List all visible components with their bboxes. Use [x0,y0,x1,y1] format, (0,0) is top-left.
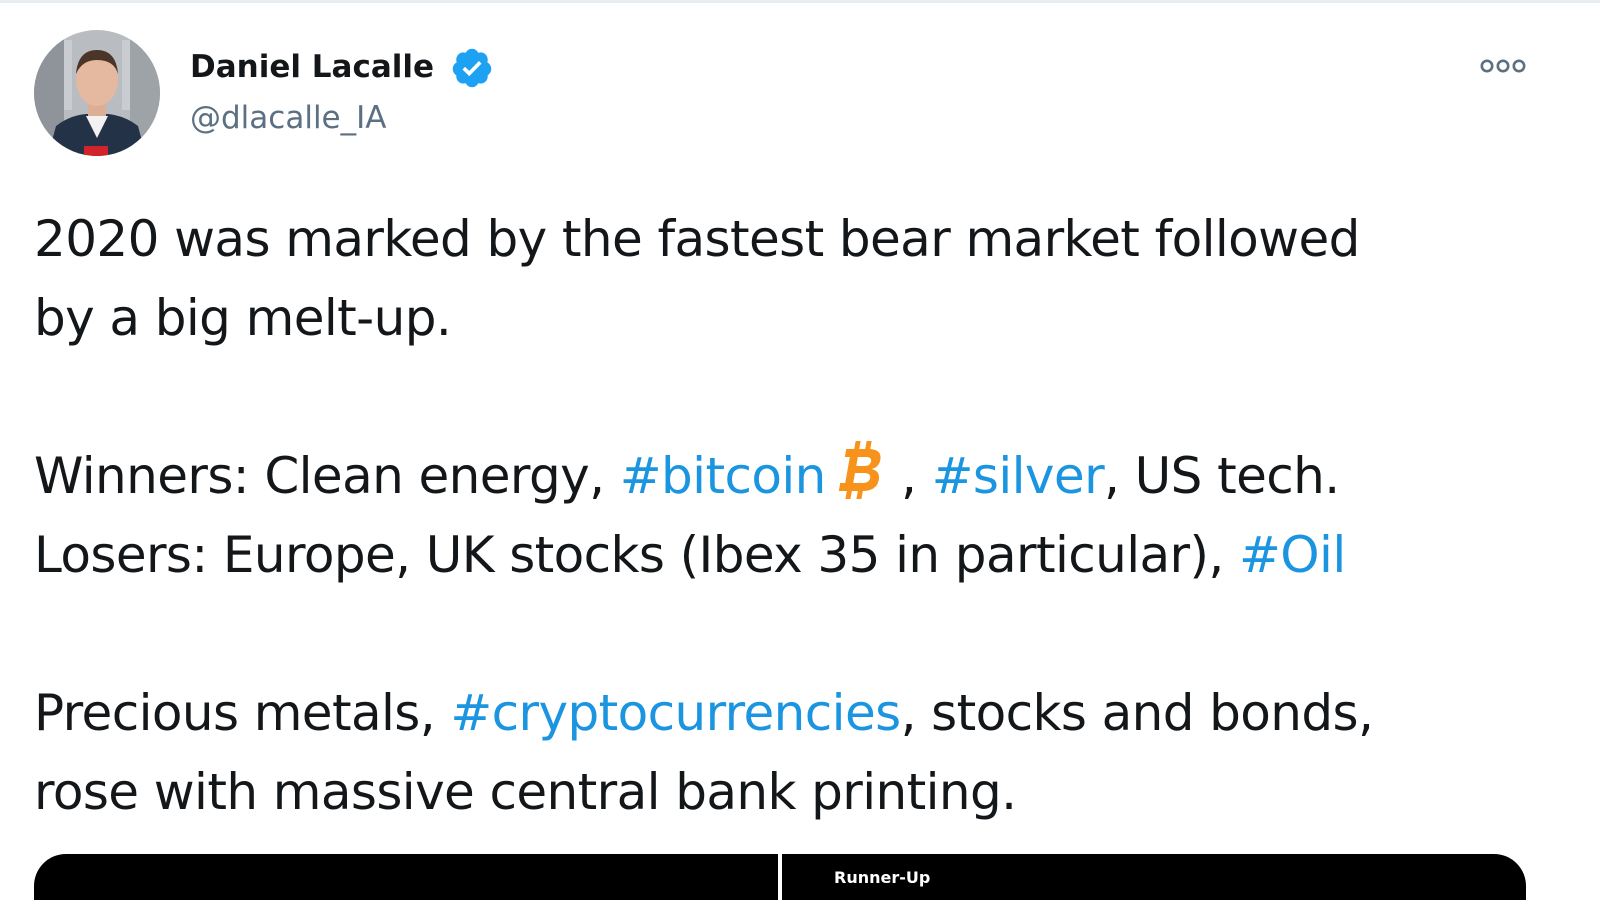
hashtag-silver[interactable]: #silver [932,447,1105,505]
hashtag-oil[interactable]: #Oil [1239,526,1346,584]
hashtag-cryptocurrencies[interactable]: #cryptocurrencies [450,684,901,742]
top-divider [0,0,1600,3]
winners-line: Winners: Clean energy, #bitcoin , #silve… [34,437,1564,516]
media-divider [778,854,782,900]
precious-label: Precious metals, [34,684,451,742]
media-runner-up-label: Runner-Up [834,868,931,887]
ellipsis-icon[interactable] [1474,50,1532,82]
author-avatar[interactable] [34,30,160,156]
precious-line: Precious metals, #cryptocurrencies, stoc… [34,674,1564,753]
author-handle[interactable]: @dlacalle_IA [190,96,386,140]
tweet-media[interactable]: Runner-Up [34,854,1526,900]
verified-badge-icon [452,48,492,88]
hashtag-bitcoin[interactable]: #bitcoin [620,447,827,505]
tweet-line-1: 2020 was marked by the fastest bear mark… [34,210,1360,268]
winners-tail: , US tech. [1104,447,1340,505]
author-name[interactable]: Daniel Lacalle [190,44,434,90]
profile-photo-icon [34,30,160,156]
tweet-line-2: by a big melt-up. [34,289,452,347]
precious-tail: , stocks and bonds, [900,684,1374,742]
winners-label: Winners: Clean energy, [34,447,620,505]
bitcoin-icon [838,441,881,499]
tweet-line: 2020 was marked by the fastest bear mark… [34,200,1564,279]
tweet-line: rose with massive central bank printing. [34,753,1564,832]
losers-label: Losers: Europe, UK stocks (Ibex 35 in pa… [34,526,1239,584]
tweet-text: 2020 was marked by the fastest bear mark… [34,200,1564,832]
separator-comma: , [885,447,932,505]
losers-line: Losers: Europe, UK stocks (Ibex 35 in pa… [34,516,1564,595]
tweet-last-line: rose with massive central bank printing. [34,763,1017,821]
tweet-line: by a big melt-up. [34,279,1564,358]
